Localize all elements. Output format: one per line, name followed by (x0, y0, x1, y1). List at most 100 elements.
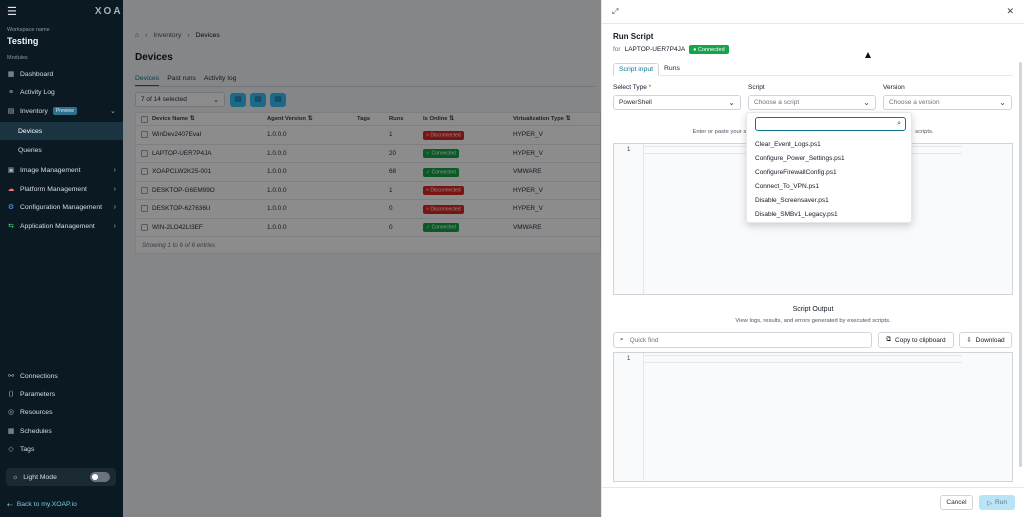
nav-dashboard[interactable]: ▦ Dashboard (0, 65, 123, 83)
chevron-right-icon: › (113, 222, 116, 230)
nav-label: Inventory (20, 107, 48, 115)
nav-label: Application Management (20, 222, 95, 230)
output-editor[interactable]: 1 (613, 352, 1013, 482)
script-option[interactable]: Configure_Power_Settings.ps1 (755, 155, 845, 162)
script-option[interactable]: Disable_SMBv1_Legacy.ps1 (755, 211, 838, 218)
panel-target: for LAPTOP-UER7P4JA ● Connected (613, 45, 729, 54)
light-mode-toggle[interactable] (90, 472, 110, 482)
close-icon[interactable]: ✕ (1006, 6, 1014, 17)
modules-label: Modules (7, 55, 28, 61)
nav-label: Devices (18, 127, 43, 135)
globe-icon: ◎ (7, 409, 15, 416)
download-icon: ⇩ (966, 337, 972, 344)
light-mode-label: Light Mode (23, 473, 57, 481)
nav-tags[interactable]: ◇ Tags (0, 440, 123, 458)
nav-label: Tags (20, 445, 35, 453)
panel-title: Run Script (613, 32, 654, 41)
output-subtitle: View logs, results, and errors generated… (735, 318, 891, 324)
nav-connections[interactable]: ⚯ Connections (0, 367, 123, 385)
chevron-right-icon: › (113, 185, 116, 193)
nav-inventory[interactable]: ▤ Inventory Preview ⌄ (0, 102, 123, 120)
workspace-label: Workspace name (7, 27, 50, 33)
nav-label: Parameters (20, 390, 56, 398)
workspace-name[interactable]: Testing (7, 36, 38, 46)
tag-icon: ◇ (8, 446, 14, 453)
copy-to-clipboard-button[interactable]: ⧉ Copy to clipboard (878, 332, 954, 348)
for-label: for (613, 46, 621, 53)
script-option[interactable]: ConfigureFirewallConfig.ps1 (755, 169, 837, 176)
nav-activity-log[interactable]: ≡ Activity Log (0, 83, 123, 101)
cloud-icon: ☁ (7, 186, 15, 193)
select-type-dropdown[interactable]: PowerShell ⌄ (613, 95, 741, 110)
sun-icon: ☼ (12, 473, 19, 481)
cancel-button[interactable]: Cancel (940, 495, 973, 510)
inventory-icon: ▤ (7, 108, 15, 115)
script-dropdown[interactable]: Choose a script ⌄ (748, 95, 876, 110)
parameters-icon: ⟨⟩ (8, 391, 14, 398)
copy-icon: ⧉ (886, 336, 892, 343)
grid-icon: ▦ (7, 71, 15, 78)
script-option[interactable]: Clear_Event_Logs.ps1 (755, 141, 821, 148)
chevron-down-icon: ⌄ (110, 108, 116, 115)
nav-queries[interactable]: Queries (0, 141, 123, 159)
quick-find-placeholder: Quick find (629, 336, 659, 344)
quick-find-input[interactable]: ⌕ Quick find (613, 332, 872, 348)
script-option[interactable]: Disable_Screensaver.ps1 (755, 197, 829, 204)
download-button[interactable]: ⇩ Download (959, 332, 1012, 348)
chevron-right-icon: › (113, 203, 116, 211)
nav-devices[interactable]: Devices (0, 122, 123, 140)
menu-icon[interactable]: ☰ (7, 5, 17, 18)
nav-label: Configuration Management (20, 203, 102, 211)
chevron-down-icon: ⌄ (728, 98, 735, 107)
chevron-down-icon: ⌄ (999, 98, 1006, 107)
sidebar: ☰ XOAP Workspace name Testing Modules ▦ Da… (0, 0, 129, 517)
tab-runs[interactable]: Runs (659, 63, 685, 76)
run-button[interactable]: ▷ Run (979, 495, 1015, 510)
preview-badge: Preview (52, 107, 77, 115)
select-type-value: PowerShell (619, 99, 652, 106)
light-mode-row: ☼ Light Mode (6, 468, 116, 486)
search-icon: ⌕ (620, 336, 624, 343)
mouse-cursor (865, 52, 871, 58)
nav-resources[interactable]: ◎ Resources (0, 403, 123, 421)
chevron-down-icon: ⌄ (863, 98, 870, 107)
select-type-label: Select Type * (613, 84, 652, 91)
status-badge: ● Connected (689, 45, 729, 54)
panel-scrollbar[interactable] (1019, 62, 1022, 467)
nav-label: Connections (20, 372, 58, 380)
app-icon: ⇆ (8, 223, 14, 230)
output-title: Script Output (792, 306, 834, 313)
back-label: Back to my.XOAP.io (16, 501, 77, 508)
script-option[interactable]: Connect_To_VPN.ps1 (755, 183, 819, 190)
script-search-input[interactable]: ⌕ (755, 117, 906, 131)
version-dropdown[interactable]: Choose a version ⌄ (883, 95, 1012, 110)
nav-schedules[interactable]: ▦ Schedules (0, 422, 123, 440)
chevron-right-icon: › (113, 166, 116, 174)
calendar-icon: ▦ (7, 428, 15, 435)
nav-platform-management[interactable]: ☁ Platform Management › (0, 180, 123, 198)
nav-label: Schedules (20, 427, 52, 435)
settings-icon: ⚙ (7, 204, 15, 211)
play-icon: ▷ (987, 499, 993, 507)
arrow-left-icon: ⇠ (7, 502, 13, 509)
nav-label: Dashboard (20, 70, 54, 78)
nav-parameters[interactable]: ⟨⟩ Parameters (0, 385, 123, 403)
nav-configuration-management[interactable]: ⚙ Configuration Management › (0, 198, 123, 216)
host-name: LAPTOP-UER7P4JA (624, 46, 686, 53)
tab-script-input[interactable]: Script input (613, 63, 660, 76)
modal-overlay[interactable] (123, 0, 601, 517)
panel-tabs: Script input Runs (613, 63, 1013, 76)
line-number: 1 (627, 356, 631, 362)
nav-application-management[interactable]: ⇆ Application Management › (0, 217, 123, 235)
back-link[interactable]: ⇠ Back to my.XOAP.io (7, 501, 77, 509)
nav-image-management[interactable]: ▣ Image Management › (0, 161, 123, 179)
nav-label: Queries (18, 146, 42, 154)
list-icon: ≡ (8, 88, 14, 96)
expand-icon[interactable]: ⤢ (612, 7, 618, 17)
nav-label: Image Management (20, 166, 81, 174)
line-number: 1 (627, 147, 631, 153)
version-placeholder: Choose a version (889, 99, 940, 106)
version-label: Version (883, 84, 905, 91)
nav-label: Activity Log (20, 88, 55, 96)
run-script-panel: ⤢ ✕ Run Script for LAPTOP-UER7P4JA ● Conne… (601, 0, 1024, 517)
